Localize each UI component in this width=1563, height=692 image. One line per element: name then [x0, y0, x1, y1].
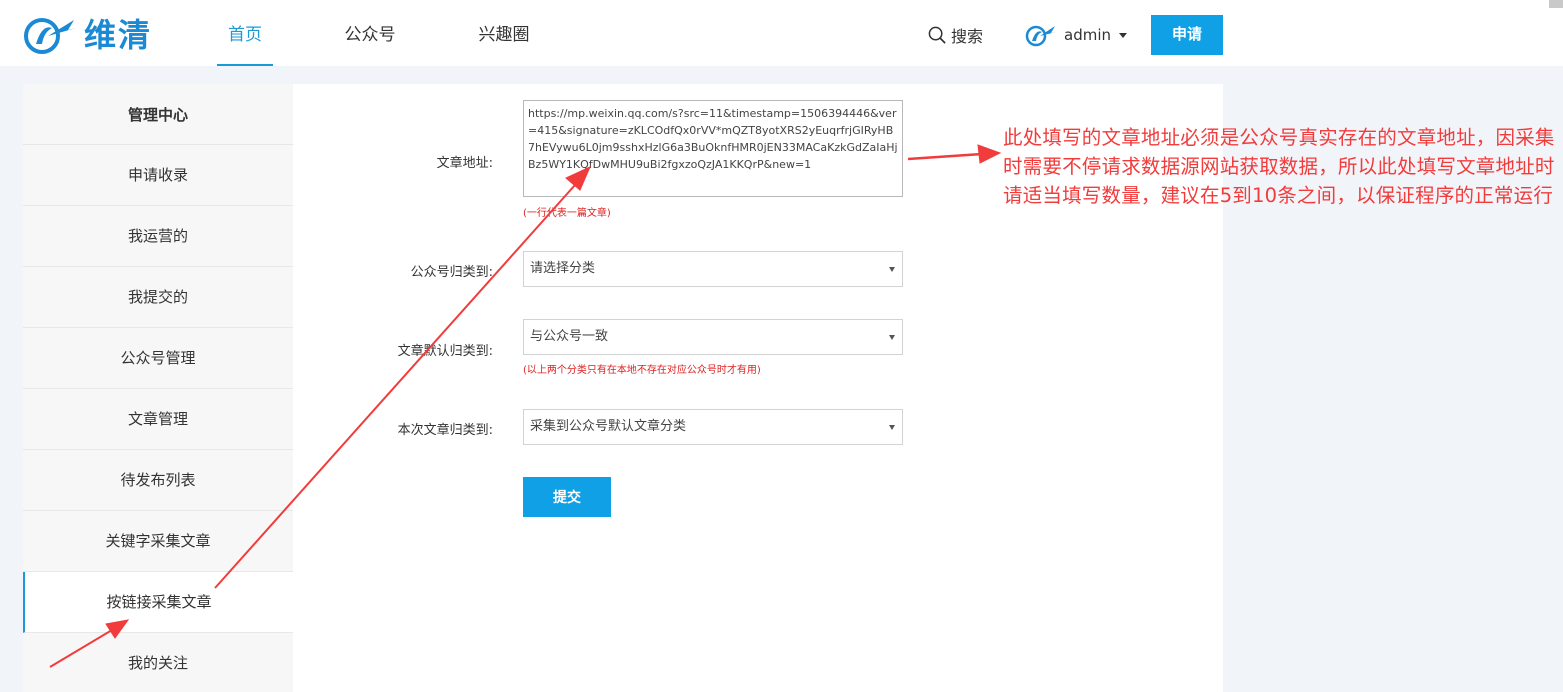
search-label: 搜索: [951, 27, 984, 46]
logo-icon: [24, 18, 76, 54]
sidebar-item-article-management[interactable]: 文章管理: [23, 389, 293, 450]
top-navbar: 维清 首页 公众号 兴趣圈 搜索 admin 申请: [0, 0, 1563, 66]
user-avatar-icon: [1025, 25, 1056, 47]
this-time-category-select[interactable]: 采集到公众号默认文章分类: [523, 409, 903, 445]
sidebar: 管理中心 申请收录 我运营的 我提交的 公众号管理 文章管理 待发布列表 关键字…: [23, 84, 293, 692]
nav-home[interactable]: 首页: [217, 0, 273, 66]
account-category-value: 请选择分类: [530, 261, 596, 276]
apply-button[interactable]: 申请: [1151, 15, 1223, 55]
nav-interest-circle[interactable]: 兴趣圈: [474, 0, 534, 66]
url-label: 文章地址:: [436, 156, 493, 171]
article-url-textarea[interactable]: https://mp.weixin.qq.com/s?src=11&timest…: [523, 100, 903, 197]
chevron-down-icon: [889, 335, 895, 340]
annotation-note: 此处填写的文章地址必须是公众号真实存在的文章地址，因采集时需要不停请求数据源网站…: [1003, 126, 1555, 207]
logo-text: 维清: [84, 16, 153, 54]
nav-official-accounts[interactable]: 公众号: [338, 0, 402, 66]
article-default-value: 与公众号一致: [530, 329, 609, 344]
article-default-label: 文章默认归类到:: [397, 344, 493, 359]
submit-button[interactable]: 提交: [523, 477, 611, 517]
search-link[interactable]: 搜索: [928, 24, 983, 46]
this-time-label: 本次文章归类到:: [397, 423, 493, 438]
sidebar-item-my-operated[interactable]: 我运营的: [23, 206, 293, 267]
sidebar-item-pending-list[interactable]: 待发布列表: [23, 450, 293, 511]
search-icon: [928, 26, 946, 44]
sidebar-item-my-follows[interactable]: 我的关注: [23, 633, 293, 692]
sidebar-item-link-collect[interactable]: 按链接采集文章: [23, 572, 293, 633]
user-menu[interactable]: admin: [1024, 22, 1127, 48]
account-category-select[interactable]: 请选择分类: [523, 251, 903, 287]
url-hint: (一行代表一篇文章): [523, 208, 611, 219]
sidebar-item-keyword-collect[interactable]: 关键字采集文章: [23, 511, 293, 572]
sidebar-item-apply-inclusion[interactable]: 申请收录: [23, 145, 293, 206]
category-hint: (以上两个分类只有在本地不存在对应公众号时才有用): [523, 365, 761, 376]
scrollbar-corner: [1549, 0, 1563, 8]
sidebar-item-account-management[interactable]: 公众号管理: [23, 328, 293, 389]
article-default-select[interactable]: 与公众号一致: [523, 319, 903, 355]
account-category-label: 公众号归类到:: [410, 265, 493, 280]
this-time-category-value: 采集到公众号默认文章分类: [530, 419, 687, 434]
sidebar-item-my-submitted[interactable]: 我提交的: [23, 267, 293, 328]
chevron-down-icon: [889, 425, 895, 430]
site-logo[interactable]: 维清: [22, 14, 152, 56]
sidebar-title: 管理中心: [23, 84, 293, 145]
username-label: admin: [1064, 26, 1111, 44]
chevron-down-icon: [1119, 32, 1127, 38]
chevron-down-icon: [889, 267, 895, 272]
